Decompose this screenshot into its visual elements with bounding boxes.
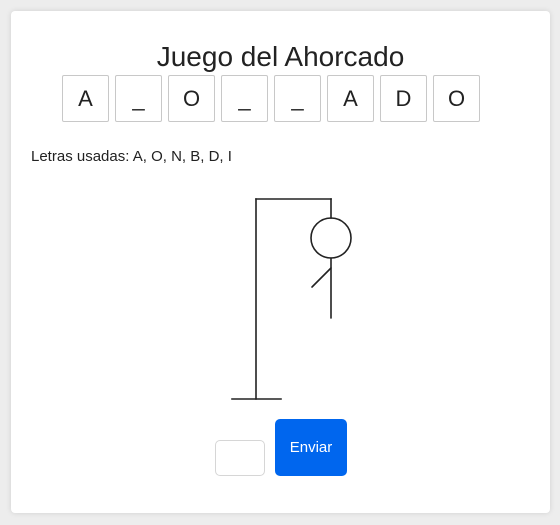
submit-button[interactable]: Enviar [275,419,347,476]
hangman-head [310,217,352,259]
hangman-left-arm [311,267,332,288]
game-card: Juego del Ahorcado A _ O _ _ A D O Letra… [11,11,550,513]
letter-input[interactable] [215,440,265,476]
